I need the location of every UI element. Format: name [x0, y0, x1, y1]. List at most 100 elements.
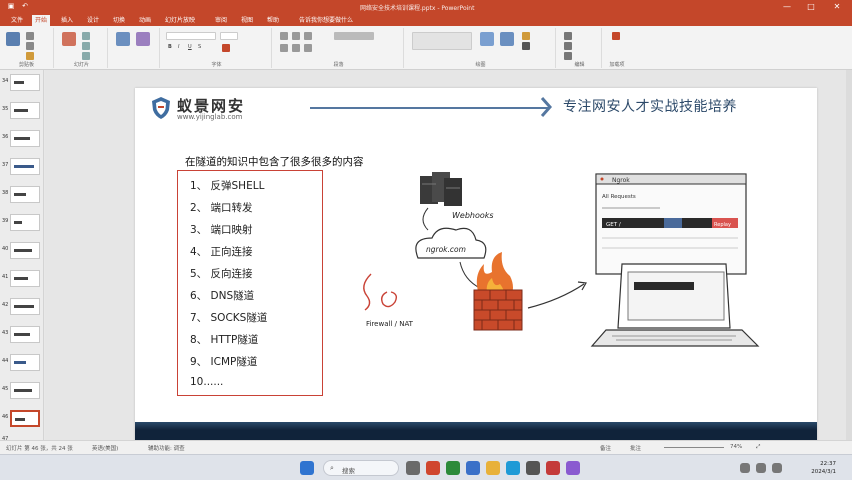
- system-clock[interactable]: 22:37 2024/3/1: [811, 460, 836, 476]
- list-item: 7、 SOCKS隧道: [190, 312, 268, 324]
- slide-thumbnail[interactable]: [10, 102, 40, 119]
- layout-icon[interactable]: [82, 32, 90, 40]
- undo-icon[interactable]: ↶: [18, 1, 32, 12]
- indent-icon[interactable]: [304, 32, 312, 40]
- bold-icon[interactable]: B: [168, 44, 172, 50]
- tab-animations[interactable]: 动画: [136, 15, 154, 26]
- browser-tab-label: Ngrok: [612, 177, 630, 184]
- underline-icon[interactable]: U: [188, 44, 192, 50]
- powerpoint-icon[interactable]: [426, 461, 440, 475]
- network-icon[interactable]: [740, 463, 750, 473]
- list-item: 6、 DNS隧道: [190, 290, 255, 302]
- folder-icon[interactable]: [486, 461, 500, 475]
- zoom-slider[interactable]: [664, 447, 724, 448]
- designer-icon[interactable]: [136, 32, 150, 46]
- fit-slide-icon[interactable]: ⤢: [756, 444, 760, 451]
- accessibility-status[interactable]: 辅助功能: 调查: [148, 444, 185, 452]
- arrange-icon[interactable]: [480, 32, 494, 46]
- paste-icon[interactable]: [6, 32, 20, 46]
- slide-thumbnail[interactable]: [10, 354, 40, 371]
- comments-button[interactable]: 批注: [630, 444, 641, 452]
- tab-transitions[interactable]: 切换: [110, 15, 128, 26]
- save-icon[interactable]: ▣: [4, 1, 18, 12]
- tab-insert[interactable]: 插入: [58, 15, 76, 26]
- align-center-icon[interactable]: [292, 44, 300, 52]
- slide-thumbnail[interactable]: [10, 298, 40, 315]
- slide-thumbnail-selected[interactable]: [10, 410, 40, 427]
- close-button[interactable]: ✕: [830, 1, 844, 12]
- tab-file[interactable]: 文件: [8, 15, 26, 26]
- language-indicator[interactable]: 英语(美国): [92, 444, 118, 452]
- volume-icon[interactable]: [756, 463, 766, 473]
- slide-thumbnail[interactable]: [10, 326, 40, 343]
- notes-button[interactable]: 备注: [600, 444, 611, 452]
- slide-canvas: 蚁景网安 www.yijinglab.com 专注网安人才实战技能培养 在隧道的…: [45, 70, 852, 450]
- replace-icon[interactable]: [564, 42, 572, 50]
- tab-slideshow[interactable]: 幻灯片放映: [162, 15, 198, 26]
- bullets-icon[interactable]: [280, 32, 288, 40]
- slide-thumbnail[interactable]: [10, 186, 40, 203]
- app-icon[interactable]: [566, 461, 580, 475]
- zoom-level[interactable]: 74%: [730, 444, 742, 450]
- group-clipboard: 剪贴板: [0, 28, 54, 68]
- app-icon[interactable]: [546, 461, 560, 475]
- browser-icon[interactable]: [506, 461, 520, 475]
- new-slide-icon[interactable]: [62, 32, 76, 46]
- quick-styles-icon[interactable]: [500, 32, 514, 46]
- reset-icon[interactable]: [82, 42, 90, 50]
- slide-thumbnail[interactable]: [10, 382, 40, 399]
- tell-me-search[interactable]: 告诉我你想要做什么: [296, 15, 356, 26]
- tab-design[interactable]: 设计: [84, 15, 102, 26]
- app-icon[interactable]: [466, 461, 480, 475]
- thumb-number: 37: [2, 162, 9, 168]
- header-divider: [310, 107, 550, 109]
- task-view-icon[interactable]: [406, 461, 420, 475]
- tab-view[interactable]: 视图: [238, 15, 256, 26]
- minimize-button[interactable]: —: [780, 1, 794, 12]
- italic-icon[interactable]: I: [178, 44, 179, 50]
- search-placeholder: 搜索: [342, 467, 355, 475]
- battery-icon[interactable]: [772, 463, 782, 473]
- copy-icon[interactable]: [26, 42, 34, 50]
- section-icon[interactable]: [82, 52, 90, 60]
- brand-url: www.yijinglab.com: [177, 113, 243, 121]
- numbering-icon[interactable]: [292, 32, 300, 40]
- cut-icon[interactable]: [26, 32, 34, 40]
- slide-thumbnail[interactable]: [10, 242, 40, 259]
- shape-fill-icon[interactable]: [522, 32, 530, 40]
- align-right-icon[interactable]: [304, 44, 312, 52]
- tab-help[interactable]: 帮助: [264, 15, 282, 26]
- font-color-icon[interactable]: [222, 44, 230, 52]
- vertical-scrollbar[interactable]: [846, 70, 852, 450]
- align-left-icon[interactable]: [280, 44, 288, 52]
- thumb-number: 41: [2, 274, 9, 280]
- shapes-gallery[interactable]: [412, 32, 472, 50]
- group-addins: 加载项: [604, 28, 630, 68]
- text-direction-icon[interactable]: [334, 32, 374, 40]
- maximize-button[interactable]: □: [804, 1, 818, 12]
- select-icon[interactable]: [564, 52, 572, 60]
- shape-outline-icon[interactable]: [522, 42, 530, 50]
- list-item: 4、 正向连接: [190, 246, 253, 258]
- tab-home[interactable]: 开始: [32, 15, 51, 26]
- addins-icon[interactable]: [612, 32, 620, 40]
- slide-thumbnail[interactable]: [10, 214, 40, 231]
- taskbar-search[interactable]: ⌕ 搜索: [323, 460, 399, 476]
- strikethrough-icon[interactable]: S: [198, 44, 201, 50]
- slide[interactable]: 蚁景网安 www.yijinglab.com 专注网安人才实战技能培养 在隧道的…: [135, 88, 817, 446]
- app-icon[interactable]: [446, 461, 460, 475]
- font-family-select[interactable]: [166, 32, 216, 40]
- slide-thumbnail[interactable]: [10, 130, 40, 147]
- find-icon[interactable]: [564, 32, 572, 40]
- tab-review[interactable]: 审阅: [212, 15, 230, 26]
- app-icon[interactable]: [526, 461, 540, 475]
- font-size-select[interactable]: [220, 32, 238, 40]
- format-painter-icon[interactable]: [26, 52, 34, 60]
- slide-thumbnail[interactable]: [10, 270, 40, 287]
- title-bar: 网络安全技术培训课程.pptx - PowerPoint — □ ✕ ▣ ↶: [0, 0, 852, 14]
- slide-thumbnail[interactable]: [10, 74, 40, 91]
- reuse-slides-icon[interactable]: [116, 32, 130, 46]
- slide-thumbnail[interactable]: [10, 158, 40, 175]
- list-item: 9、 ICMP隧道: [190, 356, 258, 368]
- start-icon[interactable]: [300, 461, 314, 475]
